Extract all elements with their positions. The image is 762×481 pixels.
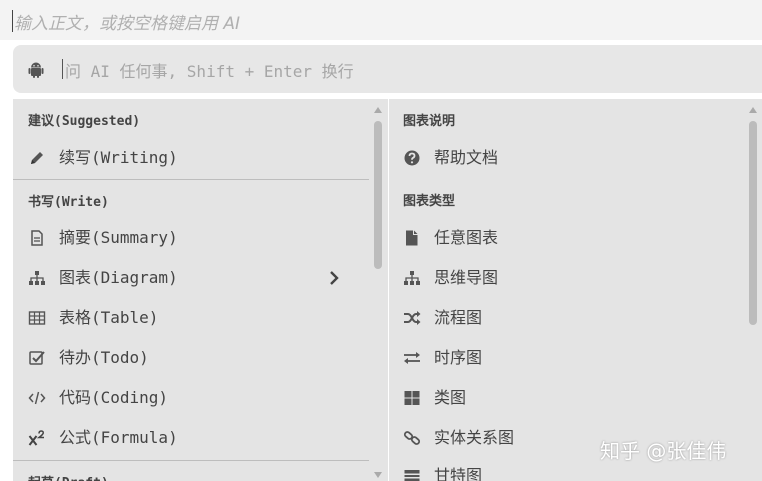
scrollbar-thumb[interactable] [749, 121, 757, 325]
menu-item-sequence-diagram[interactable]: 时序图 [403, 345, 723, 371]
scrollbar-thumb[interactable] [374, 121, 382, 269]
menu-item-label: 类图 [434, 388, 467, 407]
shuffle-icon [404, 311, 421, 325]
sitemap-icon [29, 271, 45, 285]
menu-item-class-diagram[interactable]: 类图 [403, 385, 723, 411]
submenu-scrollbar[interactable] [746, 99, 760, 481]
menu-item-flowchart[interactable]: 流程图 [403, 305, 723, 331]
section-header-write: 书写(Write) [28, 195, 109, 210]
ai-input-caret [62, 59, 63, 79]
menu-item-label: 图表(Diagram) [59, 268, 178, 287]
table-icon [28, 311, 46, 325]
gantt-icon [404, 470, 420, 481]
editor-line[interactable]: 输入正文，或按空格键启用 AI [0, 0, 762, 40]
menu-item-label: 代码(Coding) [59, 388, 169, 407]
section-header-diagram-types: 图表类型 [403, 194, 456, 209]
menu-item-label: 任意图表 [434, 228, 499, 247]
ai-prompt-bar[interactable]: 问 AI 任何事, Shift + Enter 换行 [13, 45, 762, 93]
menu-item-label: 公式(Formula) [59, 428, 178, 447]
menu-item-diagram[interactable]: 图表(Diagram) [28, 265, 358, 291]
menu-item-label: 帮助文档 [434, 148, 499, 167]
menu-item-coding[interactable]: 代码(Coding) [28, 385, 358, 411]
menu-item-any-diagram[interactable]: 任意图表 [403, 225, 723, 251]
section-header-diagram-help: 图表说明 [403, 114, 456, 129]
menu-item-table[interactable]: 表格(Table) [28, 305, 358, 331]
menu-item-help-docs[interactable]: 帮助文档 [403, 145, 723, 171]
menu-item-label: 续写(Writing) [59, 148, 178, 167]
scroll-up-arrow-icon[interactable] [749, 106, 757, 114]
help-icon [404, 150, 420, 166]
menu-item-label: 实体关系图 [434, 428, 515, 447]
editor-caret [12, 10, 13, 32]
section-divider [13, 179, 369, 180]
sitemap-icon [404, 271, 420, 285]
menu-item-gantt-chart[interactable]: 甘特图 [403, 463, 723, 481]
chevron-right-icon [330, 271, 339, 285]
menu-item-label: 甘特图 [434, 466, 483, 481]
left-menu-scrollbar[interactable] [371, 99, 385, 481]
menu-item-label: 摘要(Summary) [59, 228, 178, 247]
exchange-icon [404, 352, 420, 364]
pencil-icon [31, 152, 43, 164]
menu-item-writing[interactable]: 续写(Writing) [28, 145, 358, 171]
menu-item-label: 思维导图 [434, 268, 499, 287]
checkbox-icon [29, 351, 45, 365]
file-icon [406, 230, 418, 246]
section-header-suggested: 建议(Suggested) [28, 114, 141, 129]
diagram-submenu: 图表说明 帮助文档 图表类型 任意图表 思维导图 流程图 时序图 类图 实体关系… [389, 99, 762, 481]
superscript-icon [28, 430, 44, 446]
menu-item-todo[interactable]: 待办(Todo) [28, 345, 358, 371]
ai-input[interactable]: 问 AI 任何事, Shift + Enter 换行 [65, 58, 354, 82]
section-divider [13, 460, 369, 461]
watermark: 知乎 @张佳伟 [600, 439, 727, 463]
section-header-draft: 起草(Draft) [28, 472, 109, 481]
document-icon [31, 230, 43, 246]
menu-item-summary[interactable]: 摘要(Summary) [28, 225, 358, 251]
menu-item-label: 流程图 [434, 308, 483, 327]
editor-placeholder: 输入正文，或按空格键启用 AI [14, 14, 241, 34]
code-icon [28, 391, 46, 405]
menu-item-formula[interactable]: 公式(Formula) [28, 425, 358, 451]
android-icon [28, 62, 44, 78]
menu-item-label: 时序图 [434, 348, 483, 367]
menu-item-label: 表格(Table) [59, 308, 159, 327]
menu-item-mind-map[interactable]: 思维导图 [403, 265, 723, 291]
ai-command-menu: 建议(Suggested) 续写(Writing) 书写(Write) 摘要(S… [13, 99, 388, 481]
menu-item-label: 待办(Todo) [59, 348, 149, 367]
link-icon [403, 431, 421, 445]
scroll-down-arrow-icon[interactable] [374, 471, 382, 479]
scroll-up-arrow-icon[interactable] [374, 106, 382, 114]
grid-icon [404, 391, 420, 405]
